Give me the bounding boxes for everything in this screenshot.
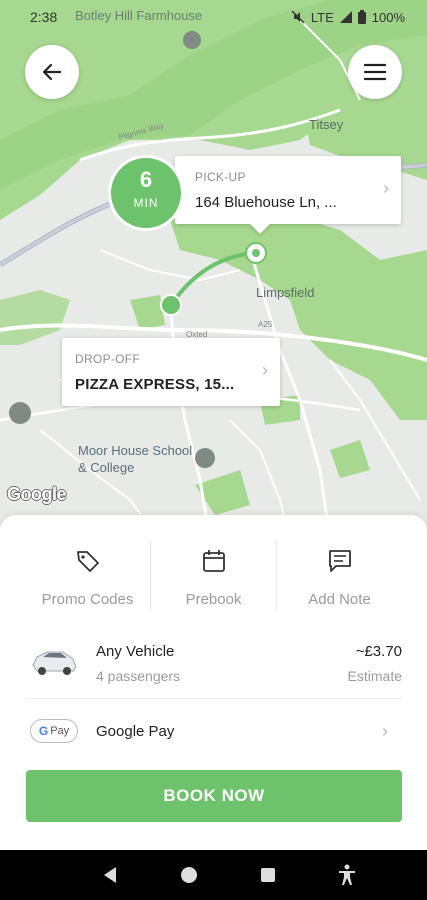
calendar-icon xyxy=(202,550,225,572)
map-label-a25: A25 xyxy=(258,320,273,329)
fare-price: ~£3.70 xyxy=(355,643,402,660)
promo-codes-label: Promo Codes xyxy=(41,591,134,608)
vehicle-passengers: 4 passengers xyxy=(96,668,181,684)
chevron-right-icon: › xyxy=(262,360,268,380)
status-bar: 2:38 LTE 100% xyxy=(0,0,427,34)
hamburger-menu-icon xyxy=(364,63,386,81)
chevron-right-icon: › xyxy=(383,178,389,198)
pickup-tag: PICK-UP xyxy=(195,170,246,184)
google-attribution: Google xyxy=(7,484,67,504)
arrow-left-icon xyxy=(42,63,62,81)
dropoff-tag: DROP-OFF xyxy=(75,352,141,366)
nav-back-button[interactable] xyxy=(99,864,121,886)
signal-icon xyxy=(339,11,352,23)
action-row: Promo Codes Prebook Add Note xyxy=(25,540,402,610)
battery-icon xyxy=(357,10,366,24)
back-button[interactable] xyxy=(25,45,79,99)
fare-estimate-label: Estimate xyxy=(347,668,402,684)
nav-recents-button[interactable] xyxy=(257,864,279,886)
dropoff-card[interactable]: DROP-OFF PIZZA EXPRESS, 15... › xyxy=(62,338,280,406)
map-label-limpsfield: Limpsfield xyxy=(256,285,315,300)
booking-sheet: Promo Codes Prebook Add Note Any Vehicle… xyxy=(0,515,427,850)
menu-button[interactable] xyxy=(348,45,402,99)
add-note-label: Add Note xyxy=(308,591,371,608)
eta-badge: 6 MIN xyxy=(111,158,181,228)
dropoff-address: PIZZA EXPRESS, 15... xyxy=(75,376,235,393)
battery-level: 100% xyxy=(371,9,405,25)
car-icon xyxy=(32,651,77,675)
chevron-right-icon: › xyxy=(382,721,388,741)
pickup-card[interactable]: PICK-UP 164 Bluehouse Ln, ... › xyxy=(175,156,401,234)
promo-codes-button[interactable]: Promo Codes xyxy=(25,540,150,610)
nav-home-button[interactable] xyxy=(178,864,200,886)
add-note-button[interactable]: Add Note xyxy=(276,540,402,610)
map-label-school: Moor House School & College xyxy=(78,443,193,475)
accessibility-icon xyxy=(339,864,356,885)
pickup-address: 164 Bluehouse Ln, ... xyxy=(195,194,337,211)
status-icons: LTE 100% xyxy=(291,10,405,25)
payment-method[interactable]: G Pay Google Pay › xyxy=(25,709,402,757)
dropoff-marker xyxy=(160,294,182,316)
note-icon xyxy=(328,550,351,572)
map-label-titsey: Titsey xyxy=(309,117,344,132)
book-now-button[interactable]: BOOK NOW xyxy=(26,770,402,822)
google-pay-badge-text: Pay xyxy=(50,725,70,737)
triangle-back-icon xyxy=(103,867,116,883)
google-pay-icon: G Pay xyxy=(30,719,78,743)
network-label: LTE xyxy=(310,9,334,25)
nav-accessibility-button[interactable] xyxy=(336,864,358,886)
eta-value: 6 xyxy=(139,167,153,192)
prebook-label: Prebook xyxy=(185,591,242,608)
payment-name: Google Pay xyxy=(96,723,175,740)
vehicle-name: Any Vehicle xyxy=(96,643,175,660)
google-pay-badge-g: G xyxy=(38,724,49,738)
vehicle-option[interactable]: Any Vehicle 4 passengers ~£3.70 Estimate xyxy=(25,633,402,699)
eta-unit: MIN xyxy=(133,196,159,210)
android-nav-bar xyxy=(0,850,427,900)
square-recents-icon xyxy=(261,868,276,882)
status-time: 2:38 xyxy=(30,9,58,25)
circle-home-icon xyxy=(180,867,197,883)
tag-icon xyxy=(76,551,99,572)
mute-icon xyxy=(291,10,305,24)
prebook-button[interactable]: Prebook xyxy=(150,540,276,610)
